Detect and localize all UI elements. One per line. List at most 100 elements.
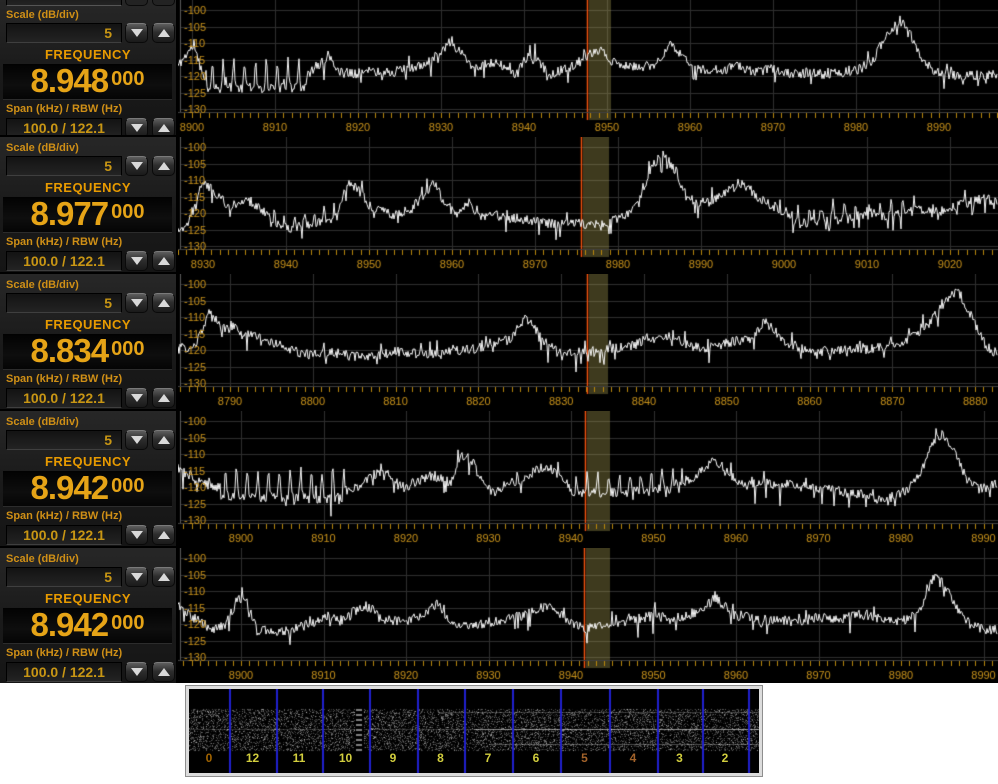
span-decrease-button[interactable] <box>125 118 148 135</box>
scale-label: Scale (dB/div) <box>6 553 79 565</box>
frequency-mhz-digits: 8.834 <box>31 334 109 368</box>
channel-number-0: 0 <box>193 751 225 765</box>
triangle-down-icon <box>131 124 143 132</box>
channel-number-3: 3 <box>664 751 696 765</box>
scale-increase-button[interactable] <box>152 430 175 450</box>
channel-number-5: 5 <box>569 751 601 765</box>
receiver-controls: Scale (dB/div)5FREQUENCY8.948000Span (kH… <box>0 0 176 135</box>
receiver-panels: Scale (dB/div)5FREQUENCY8.948000Span (kH… <box>0 0 998 683</box>
scale-increase-button[interactable] <box>152 567 175 587</box>
spectrum-display-3[interactable] <box>178 274 998 409</box>
frequency-display[interactable]: 8.942000 <box>3 608 172 644</box>
spectrum-display-4[interactable] <box>178 411 998 546</box>
scale-decrease-button[interactable] <box>125 293 148 313</box>
scale-increase-button[interactable] <box>152 293 175 313</box>
span-decrease-button[interactable] <box>125 525 148 545</box>
frequency-label: FREQUENCY <box>0 591 176 606</box>
scale-decrease-button[interactable] <box>125 156 148 176</box>
triangle-down-icon <box>131 29 143 37</box>
receiver-panel-1: Scale (dB/div)5FREQUENCY8.948000Span (kH… <box>0 0 998 135</box>
scale-decrease-button[interactable] <box>125 567 148 587</box>
frequency-display[interactable]: 8.834000 <box>3 334 172 370</box>
scale-label: Scale (dB/div) <box>6 142 79 154</box>
scale-increase-button[interactable] <box>152 23 175 43</box>
triangle-up-icon <box>158 299 170 307</box>
receiver-panel-3: Scale (dB/div)5FREQUENCY8.834000Span (kH… <box>0 274 998 409</box>
span-increase-button[interactable] <box>152 118 175 135</box>
scale-input-row: 5 <box>0 430 176 451</box>
scale-input[interactable]: 5 <box>6 156 122 176</box>
frequency-label: FREQUENCY <box>0 180 176 195</box>
triangle-up-icon <box>158 29 170 37</box>
clipped-button <box>152 0 175 6</box>
span-label: Span (kHz) / RBW (Hz) <box>6 373 122 385</box>
receiver-controls: Scale (dB/div) 5 FREQUENCY 8.942000 Span (kH… <box>0 548 176 683</box>
triangle-down-icon <box>131 162 143 170</box>
triangle-up-icon <box>158 436 170 444</box>
span-input-row: 100.0 / 122.1 <box>0 525 176 546</box>
frequency-khz-digits: 000 <box>111 613 144 633</box>
channel-number-8: 8 <box>425 751 457 765</box>
receiver-controls: Scale (dB/div)5FREQUENCY8.942000Span (kH… <box>0 411 176 546</box>
span-decrease-button[interactable] <box>125 662 148 682</box>
frequency-display[interactable]: 8.942000 <box>3 471 172 507</box>
span-label: Span (kHz) / RBW (Hz) <box>6 103 122 115</box>
spectrum-display-2[interactable] <box>178 137 998 272</box>
scale-input-row: 5 <box>0 156 176 177</box>
scale-input-row: 5 <box>0 23 176 44</box>
channel-number-9: 9 <box>377 751 409 765</box>
frequency-label: FREQUENCY <box>0 454 176 469</box>
scale-label: Scale (dB/div) <box>6 279 79 291</box>
scale-increase-button[interactable] <box>152 156 175 176</box>
triangle-up-icon <box>158 573 170 581</box>
receiver-controls: Scale (dB/div)5FREQUENCY8.834000Span (kH… <box>0 274 176 409</box>
triangle-down-icon <box>131 394 143 402</box>
span-increase-button[interactable] <box>152 662 175 682</box>
span-increase-button[interactable] <box>152 525 175 545</box>
channel-band-display[interactable]: 012111098765432 <box>186 686 762 776</box>
scale-decrease-button[interactable] <box>125 430 148 450</box>
channel-number-11: 11 <box>283 751 315 765</box>
span-decrease-button[interactable] <box>125 388 148 408</box>
frequency-khz-digits: 000 <box>111 69 144 89</box>
triangle-up-icon <box>158 162 170 170</box>
channel-number-7: 7 <box>472 751 504 765</box>
spectrum-display-5[interactable] <box>178 548 998 683</box>
frequency-khz-digits: 000 <box>111 476 144 496</box>
scale-input[interactable]: 5 <box>6 430 122 450</box>
spectrum-display-1[interactable] <box>178 0 998 135</box>
span-rbw-input[interactable]: 100.0 / 122.1 <box>6 662 122 682</box>
scale-input[interactable]: 5 <box>6 293 122 313</box>
span-decrease-button[interactable] <box>125 251 148 271</box>
scale-decrease-button[interactable] <box>125 23 148 43</box>
span-rbw-input[interactable]: 100.0 / 122.1 <box>6 525 122 545</box>
span-rbw-input[interactable]: 100.0 / 122.1 <box>6 251 122 271</box>
scale-input-row: 5 <box>0 293 176 314</box>
triangle-up-icon <box>158 257 170 265</box>
span-increase-button[interactable] <box>152 251 175 271</box>
frequency-display[interactable]: 8.977000 <box>3 197 172 233</box>
span-increase-button[interactable] <box>152 388 175 408</box>
span-label: Span (kHz) / RBW (Hz) <box>6 236 122 248</box>
clipped-button <box>125 0 148 6</box>
span-input-row: 100.0 / 122.1 <box>0 118 176 135</box>
span-rbw-input[interactable]: 100.0 / 122.1 <box>6 118 122 135</box>
span-input-row: 100.0 / 122.1 <box>0 251 176 272</box>
sdr-multi-receiver-window: Scale (dB/div)5FREQUENCY8.948000Span (kH… <box>0 0 998 784</box>
triangle-up-icon <box>158 124 170 132</box>
channel-number-12: 12 <box>237 751 269 765</box>
scale-input[interactable]: 5 <box>6 567 122 587</box>
frequency-display[interactable]: 8.948000 <box>3 64 172 100</box>
triangle-down-icon <box>131 573 143 581</box>
scale-input[interactable]: 5 <box>6 23 122 43</box>
channel-number-2: 2 <box>709 751 741 765</box>
span-label: Span (kHz) / RBW (Hz) <box>6 647 122 659</box>
clipped-previous-control <box>0 0 176 7</box>
span-input-row: 100.0 / 122.1 <box>0 662 176 683</box>
triangle-down-icon <box>131 436 143 444</box>
span-rbw-input[interactable]: 100.0 / 122.1 <box>6 388 122 408</box>
scale-label: Scale (dB/div) <box>6 9 79 21</box>
triangle-down-icon <box>131 257 143 265</box>
triangle-down-icon <box>131 299 143 307</box>
frequency-mhz-digits: 8.948 <box>31 64 109 98</box>
